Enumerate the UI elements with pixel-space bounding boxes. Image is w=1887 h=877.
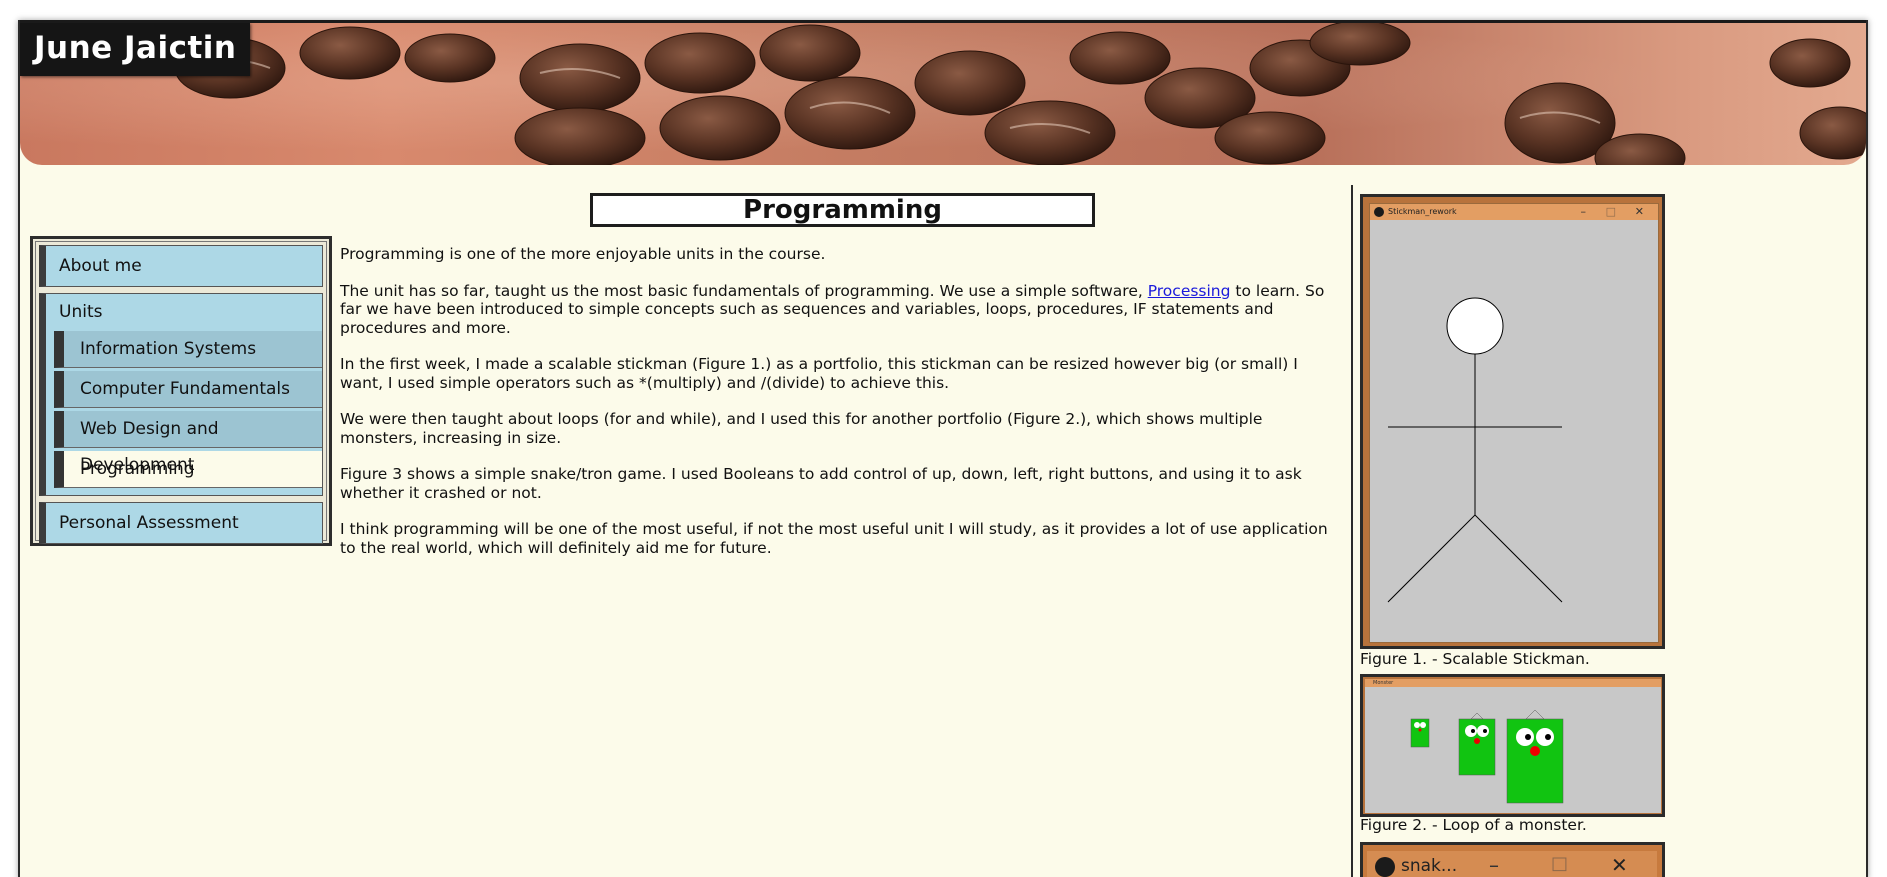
- figure-3-image[interactable]: snak... – □ ✕: [1360, 842, 1665, 877]
- nav-item-about-me[interactable]: About me: [39, 245, 323, 287]
- paragraph-software: The unit has so far, taught us the most …: [340, 282, 1340, 338]
- paragraph-stickman: In the first week, I made a scalable sti…: [340, 355, 1298, 392]
- processing-app-icon: [1375, 857, 1395, 877]
- paragraph-intro: Programming is one of the more enjoyable…: [340, 245, 826, 263]
- figure-1-caption: Figure 1. - Scalable Stickman.: [1360, 650, 1590, 668]
- processing-window: Stickman_rework – □ ✕: [1369, 203, 1659, 643]
- window-title: Monster: [1373, 680, 1394, 686]
- nav-item-units[interactable]: Units: [46, 294, 322, 331]
- snake-window-titlebar: snak... – □ ✕: [1367, 851, 1657, 877]
- nav-group-units: Units Information Systems Computer Funda…: [39, 293, 323, 496]
- minimize-icon: –: [1580, 205, 1587, 218]
- page-container: June Jaictin About me Units Information …: [18, 20, 1868, 877]
- processing-link[interactable]: Processing: [1148, 282, 1231, 300]
- figure-2-caption: Figure 2. - Loop of a monster.: [1360, 816, 1587, 834]
- header-banner: June Jaictin: [20, 20, 1866, 165]
- window-titlebar: Monster: [1365, 679, 1661, 687]
- coffee-beans-image: [174, 23, 1866, 165]
- paragraph-snake: Figure 3 shows a simple snake/tron game.…: [340, 465, 1302, 502]
- close-icon: ✕: [1634, 205, 1644, 218]
- nav-item-web-design[interactable]: Web Design and Development: [54, 411, 322, 475]
- figure-1-image[interactable]: Stickman_rework – □ ✕: [1360, 194, 1665, 649]
- main-content: Programming is one of the more enjoyable…: [340, 245, 1340, 575]
- figure-2-image[interactable]: Monster: [1360, 674, 1665, 817]
- site-title: June Jaictin: [20, 23, 251, 76]
- page-title: Programming: [590, 193, 1095, 227]
- nav-item-personal-assessment[interactable]: Personal Assessment: [39, 502, 323, 544]
- minimize-icon: –: [1489, 853, 1499, 877]
- nav-item-programming[interactable]: Programming: [54, 451, 322, 488]
- window-title: Stickman_rework: [1388, 207, 1457, 216]
- nav-item-computer-fundamentals[interactable]: Computer Fundamentals: [54, 371, 322, 408]
- window-title: snak...: [1401, 856, 1458, 876]
- processing-app-icon: [1374, 207, 1384, 217]
- column-divider: [1351, 185, 1353, 877]
- paragraph-conclusion: I think programming will be one of the m…: [340, 520, 1328, 557]
- sidebar-nav: About me Units Information Systems Compu…: [30, 236, 332, 546]
- nav-item-information-systems[interactable]: Information Systems: [54, 331, 322, 368]
- paragraph-software-text-a: The unit has so far, taught us the most …: [340, 281, 1148, 300]
- window-titlebar: Stickman_rework – □ ✕: [1370, 204, 1658, 220]
- monster-window: Monster: [1365, 679, 1661, 813]
- paragraph-loops: We were then taught about loops (for and…: [340, 410, 1263, 447]
- monsters-drawing: [1410, 709, 1564, 804]
- stickman-drawing: [1387, 297, 1563, 603]
- close-icon: ✕: [1611, 853, 1628, 877]
- maximize-icon: □: [1551, 853, 1569, 874]
- maximize-icon: □: [1605, 205, 1616, 218]
